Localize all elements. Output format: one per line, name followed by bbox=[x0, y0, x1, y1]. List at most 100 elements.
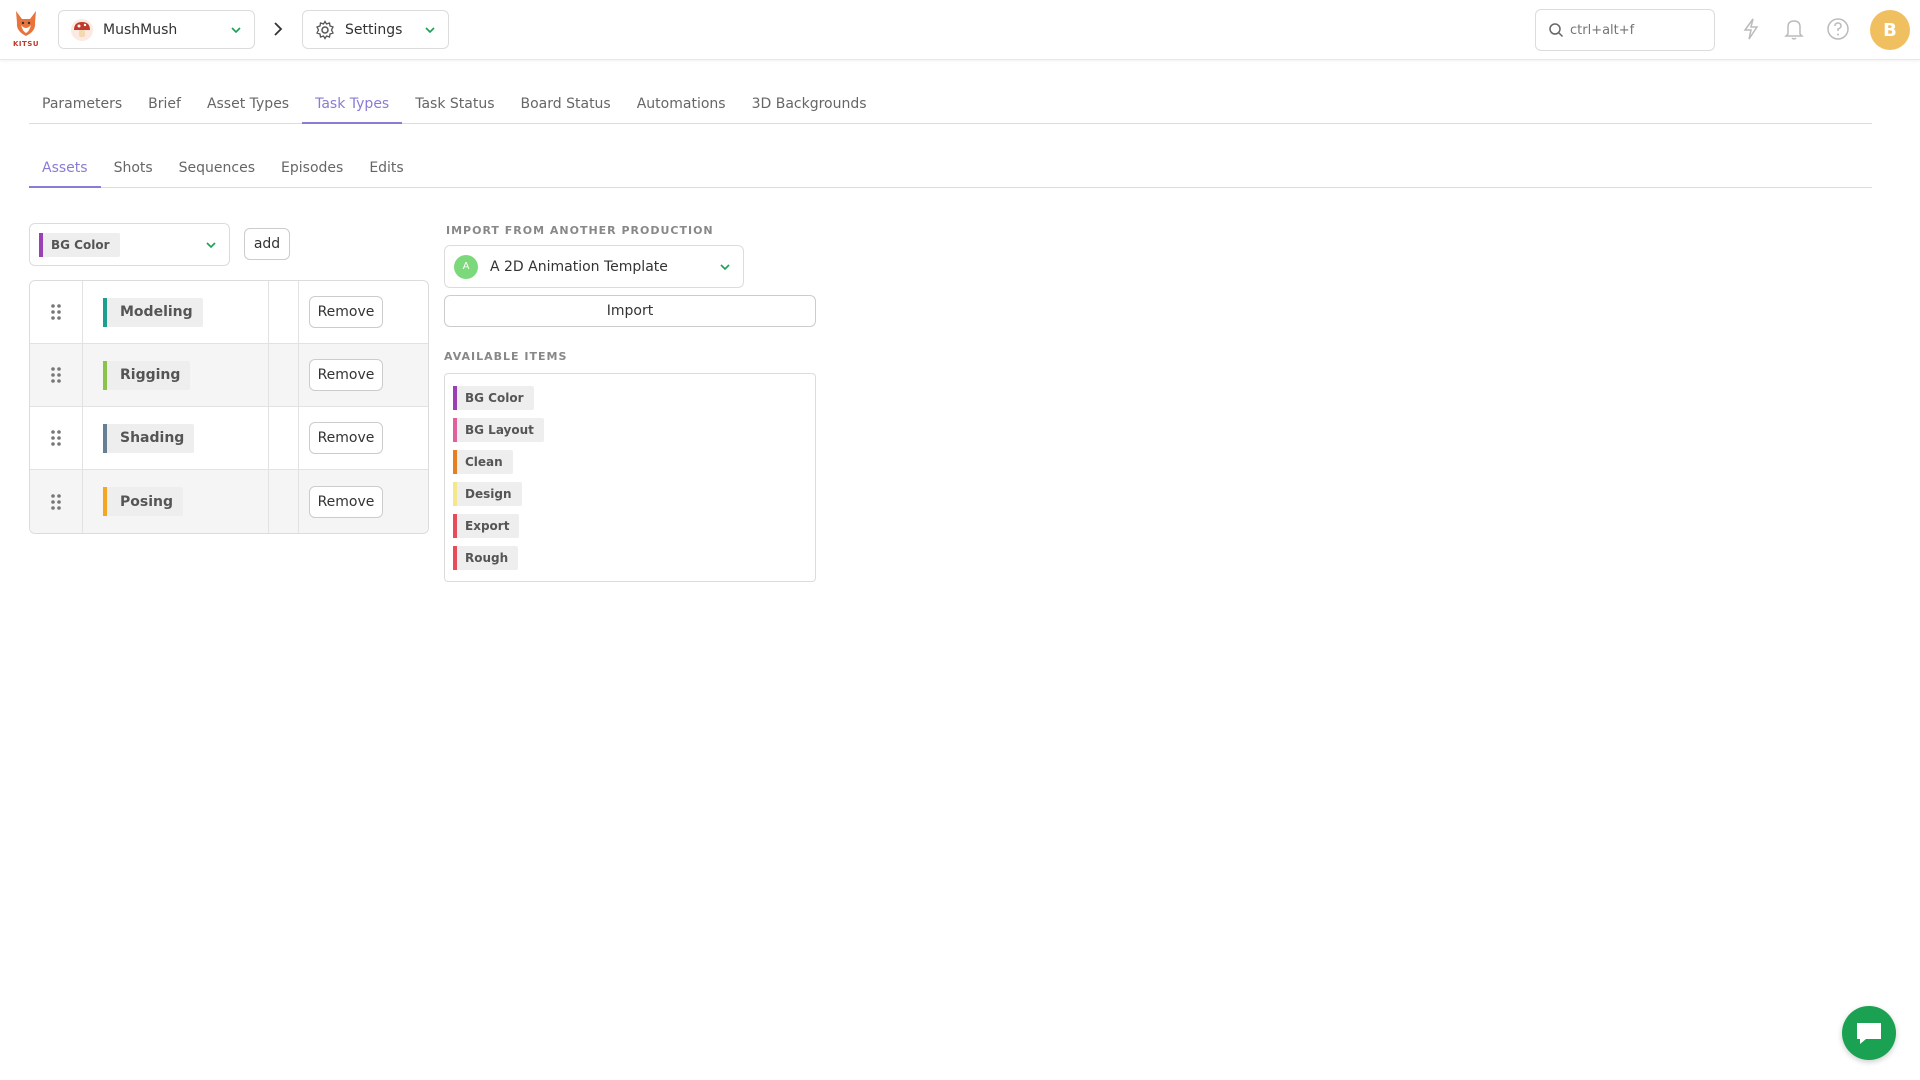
list-item[interactable]: BG Color bbox=[453, 382, 815, 414]
search-icon bbox=[1549, 23, 1564, 38]
available-item-name: Clean bbox=[465, 455, 503, 469]
list-item[interactable]: Export bbox=[453, 510, 815, 542]
task-type-cell: Rigging bbox=[83, 344, 269, 406]
entity-tabs: Assets Shots Sequences Episodes Edits bbox=[29, 152, 1872, 188]
tab-edits[interactable]: Edits bbox=[356, 152, 416, 188]
chevron-down-icon bbox=[425, 27, 435, 34]
task-type-tag: Modeling bbox=[103, 297, 203, 327]
search-input[interactable] bbox=[1570, 22, 1700, 38]
task-type-name: Modeling bbox=[120, 304, 193, 320]
list-item[interactable]: BG Layout bbox=[453, 414, 815, 446]
add-task-type-button[interactable]: add bbox=[244, 228, 290, 260]
list-item[interactable]: Rough bbox=[453, 542, 815, 574]
tab-shots[interactable]: Shots bbox=[101, 152, 166, 188]
top-bar: KITSU MushMush Settings B bbox=[0, 0, 1920, 60]
available-item-tag: BG Color bbox=[453, 386, 534, 410]
available-items-heading: AVAILABLE ITEMS bbox=[444, 350, 568, 363]
available-item-name: Rough bbox=[465, 551, 509, 565]
import-button[interactable]: Import bbox=[444, 295, 816, 327]
bell-icon[interactable] bbox=[1783, 17, 1805, 41]
production-avatar bbox=[71, 18, 93, 41]
remove-button[interactable]: Remove bbox=[309, 485, 383, 518]
tab-3d-backgrounds[interactable]: 3D Backgrounds bbox=[739, 88, 880, 124]
available-item-name: Export bbox=[465, 519, 510, 533]
table-row: Shading Remove bbox=[30, 407, 428, 470]
selected-task-type-label: BG Color bbox=[51, 238, 110, 252]
color-bar bbox=[103, 423, 107, 453]
color-bar bbox=[453, 450, 457, 474]
drag-handle-icon bbox=[51, 367, 61, 383]
color-bar bbox=[453, 546, 457, 570]
global-search[interactable] bbox=[1535, 9, 1715, 51]
table-row: Rigging Remove bbox=[30, 344, 428, 407]
settings-tabs: Parameters Brief Asset Types Task Types … bbox=[29, 88, 1872, 124]
color-bar bbox=[103, 487, 107, 516]
tab-episodes[interactable]: Episodes bbox=[268, 152, 356, 188]
empty-cell bbox=[269, 344, 299, 406]
chat-icon bbox=[1857, 1023, 1881, 1044]
import-production-select[interactable]: A A 2D Animation Template bbox=[444, 245, 744, 288]
user-avatar[interactable]: B bbox=[1870, 10, 1910, 50]
import-production-name: A 2D Animation Template bbox=[490, 258, 668, 275]
drag-handle[interactable] bbox=[30, 281, 83, 343]
logo-text: KITSU bbox=[12, 40, 40, 48]
chevron-down-icon bbox=[720, 264, 730, 271]
tab-board-status[interactable]: Board Status bbox=[508, 88, 624, 124]
gear-icon bbox=[316, 19, 334, 40]
chevron-down-icon bbox=[206, 242, 216, 249]
tab-task-types[interactable]: Task Types bbox=[302, 88, 403, 124]
color-bar bbox=[39, 233, 43, 257]
color-bar bbox=[103, 297, 107, 327]
import-heading: IMPORT FROM ANOTHER PRODUCTION bbox=[446, 224, 714, 237]
task-type-cell: Modeling bbox=[83, 281, 269, 343]
remove-button[interactable]: Remove bbox=[309, 422, 383, 454]
table-row: Modeling Remove bbox=[30, 281, 428, 344]
list-item[interactable]: Design bbox=[453, 478, 815, 510]
lightning-icon[interactable] bbox=[1741, 17, 1761, 41]
production-selector[interactable]: MushMush bbox=[58, 10, 255, 49]
section-selector[interactable]: Settings bbox=[302, 10, 449, 49]
production-initial-avatar: A bbox=[454, 254, 478, 279]
available-item-name: BG Layout bbox=[465, 423, 534, 437]
available-item-tag: BG Layout bbox=[453, 418, 544, 442]
drag-handle[interactable] bbox=[30, 407, 83, 469]
color-bar bbox=[453, 482, 457, 506]
drag-handle[interactable] bbox=[30, 344, 83, 406]
available-item-tag: Rough bbox=[453, 546, 519, 570]
task-type-tag: Posing bbox=[103, 487, 183, 516]
tab-assets[interactable]: Assets bbox=[29, 152, 101, 188]
chevron-right-icon bbox=[274, 22, 283, 36]
available-item-tag: Export bbox=[453, 514, 520, 538]
task-type-name: Rigging bbox=[120, 367, 181, 383]
tab-task-status[interactable]: Task Status bbox=[402, 88, 507, 124]
color-bar bbox=[453, 514, 457, 538]
task-type-cell: Posing bbox=[83, 470, 269, 533]
color-bar bbox=[453, 418, 457, 442]
list-item[interactable]: Clean bbox=[453, 446, 815, 478]
tab-parameters[interactable]: Parameters bbox=[29, 88, 135, 124]
chat-button[interactable] bbox=[1842, 1006, 1896, 1060]
task-type-cell: Shading bbox=[83, 407, 269, 469]
tab-brief[interactable]: Brief bbox=[135, 88, 194, 124]
tab-sequences[interactable]: Sequences bbox=[166, 152, 268, 188]
remove-button[interactable]: Remove bbox=[309, 359, 383, 391]
available-items-list: BG Color BG Layout Clean Design Export R… bbox=[444, 373, 816, 582]
kitsu-logo[interactable]: KITSU bbox=[12, 9, 40, 53]
drag-handle-icon bbox=[51, 493, 61, 510]
help-icon[interactable] bbox=[1826, 17, 1850, 41]
task-type-select[interactable]: BG Color bbox=[29, 223, 230, 266]
action-cell: Remove bbox=[299, 407, 428, 469]
tab-automations[interactable]: Automations bbox=[624, 88, 739, 124]
available-item-name: BG Color bbox=[465, 391, 524, 405]
drag-handle-icon bbox=[51, 304, 61, 320]
tab-asset-types[interactable]: Asset Types bbox=[194, 88, 302, 124]
empty-cell bbox=[269, 281, 299, 343]
production-name: MushMush bbox=[103, 21, 178, 38]
task-type-tag: Shading bbox=[103, 423, 195, 453]
empty-cell bbox=[269, 407, 299, 469]
action-cell: Remove bbox=[299, 281, 428, 343]
task-types-table: Modeling Remove Rigging Remove Shading R… bbox=[29, 280, 429, 534]
available-item-tag: Clean bbox=[453, 450, 513, 474]
drag-handle[interactable] bbox=[30, 470, 83, 533]
remove-button[interactable]: Remove bbox=[309, 296, 383, 328]
